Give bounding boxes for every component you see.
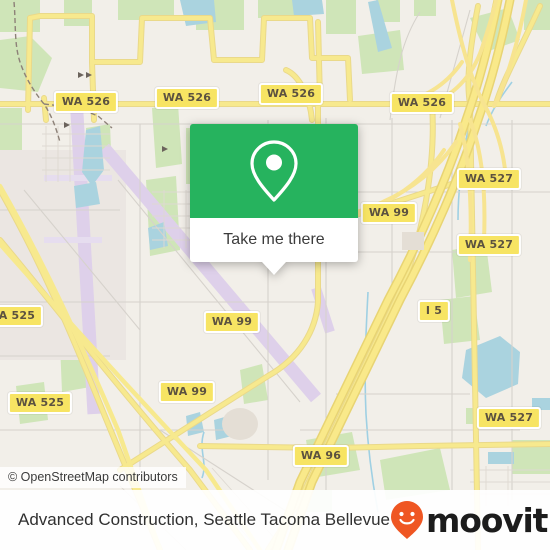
road-shield: I 5 <box>417 300 451 322</box>
moovit-wordmark: moovit <box>426 500 548 540</box>
road-shield: WA 527 <box>456 168 522 190</box>
map-pin-icon <box>250 140 298 202</box>
place-title: Advanced Construction, Seattle Tacoma Be… <box>18 510 391 529</box>
road-shield: WA 99 <box>203 311 261 333</box>
road-shield: WA 96 <box>292 445 350 467</box>
road-shield: WA 526 <box>389 92 455 114</box>
map-screenshot: WA 526 WA 526 WA 526 WA 526 WA 527 WA 527 WA 9… <box>0 0 550 550</box>
road-shield: WA 525 <box>0 305 44 327</box>
moovit-pin-icon <box>391 501 424 539</box>
road-shield: WA 526 <box>258 83 324 105</box>
road-shield: WA 99 <box>360 202 418 224</box>
osm-attribution[interactable]: © OpenStreetMap contributors <box>0 467 186 488</box>
moovit-logo[interactable]: moovit <box>390 500 550 540</box>
road-shield: WA 527 <box>456 234 522 256</box>
road-shield: WA 526 <box>53 91 119 113</box>
road-shield: WA 99 <box>158 381 216 403</box>
popup-pointer <box>262 262 286 275</box>
popup-header <box>190 124 358 218</box>
bottom-bar: Advanced Construction, Seattle Tacoma Be… <box>0 490 550 550</box>
road-shield: WA 526 <box>154 87 220 109</box>
popup-footer[interactable]: Take me there <box>190 218 358 275</box>
road-shield: WA 527 <box>476 407 542 429</box>
place-popup-card[interactable]: Take me there <box>190 124 358 275</box>
road-shield: WA 525 <box>7 392 73 414</box>
take-me-there-label: Take me there <box>223 231 325 248</box>
